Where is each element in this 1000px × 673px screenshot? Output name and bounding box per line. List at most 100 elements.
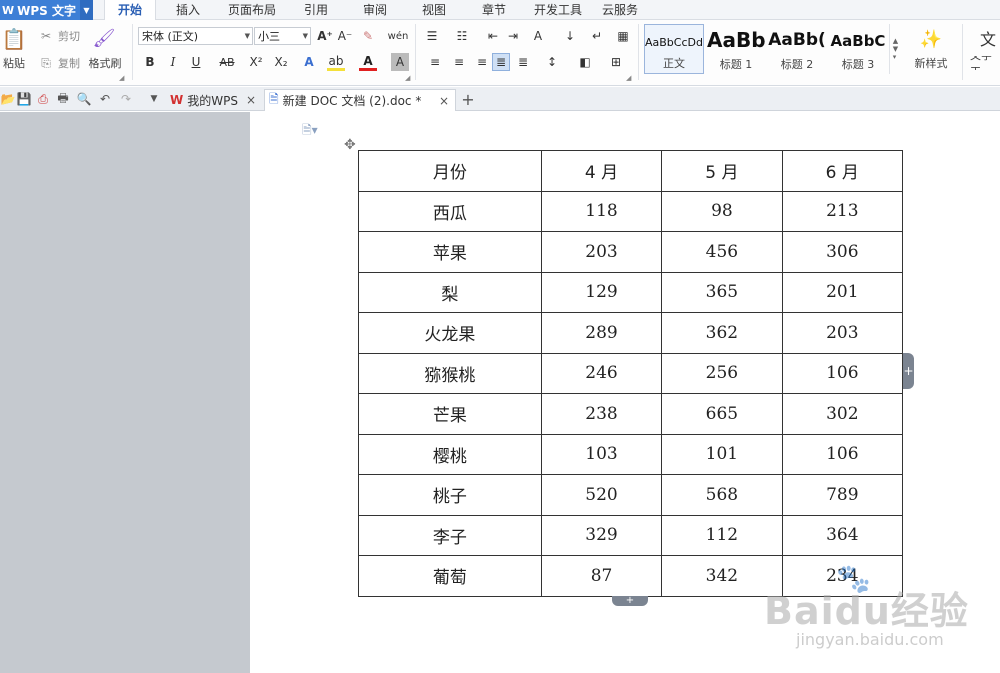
highlight-icon[interactable]: ab: [327, 53, 345, 71]
strikethrough-icon[interactable]: AB: [216, 53, 238, 71]
style-normal[interactable]: AaBbCcDd 正文: [644, 24, 704, 74]
table-cell[interactable]: 203: [781, 312, 904, 354]
save-icon[interactable]: 💾: [16, 91, 32, 107]
table-cell[interactable]: 520: [540, 474, 663, 516]
cut-button[interactable]: 剪切: [55, 27, 83, 45]
table-cell[interactable]: 289: [540, 312, 663, 354]
table-cell[interactable]: 李子: [358, 514, 542, 556]
table-cell[interactable]: 234: [781, 555, 904, 597]
document-page[interactable]: 🗎▾ ✥ 月份 4 月 5 月 6 月 西瓜 118 98 213 苹果 203…: [250, 112, 1000, 673]
phonetic-guide-icon[interactable]: wén: [385, 27, 411, 45]
tab-view[interactable]: 视图: [414, 0, 454, 20]
text-effect-icon[interactable]: A: [300, 53, 318, 71]
add-column-button[interactable]: +: [903, 353, 914, 389]
font-launcher-icon[interactable]: ◢: [405, 74, 410, 82]
show-marks-icon[interactable]: ↵: [588, 27, 606, 45]
table-cell[interactable]: 456: [661, 231, 783, 273]
tab-references[interactable]: 引用: [296, 0, 336, 20]
font-name-select[interactable]: 宋体 (正文) ▼: [138, 27, 253, 45]
table-cell[interactable]: 568: [661, 474, 783, 516]
justify-icon[interactable]: ≣: [492, 53, 510, 71]
undo-icon[interactable]: ↶: [97, 91, 113, 107]
app-menu-dropdown-icon[interactable]: ▼: [80, 0, 93, 20]
data-table[interactable]: 月份 4 月 5 月 6 月 西瓜 118 98 213 苹果 203 456 …: [358, 150, 904, 597]
table-header-cell[interactable]: 6 月: [781, 150, 904, 192]
tab-insert[interactable]: 插入: [165, 0, 211, 20]
paragraph-shading-icon[interactable]: ◧: [576, 53, 594, 71]
char-shading-icon[interactable]: A: [391, 53, 409, 71]
table-cell[interactable]: 129: [540, 271, 663, 313]
close-icon[interactable]: ×: [246, 93, 256, 107]
text-tools-icon[interactable]: 文: [978, 26, 998, 50]
table-cell[interactable]: 火龙果: [358, 312, 542, 354]
format-painter-button[interactable]: 格式刷: [85, 56, 125, 70]
table-cell[interactable]: 112: [661, 514, 783, 556]
table-cell[interactable]: 201: [781, 271, 904, 313]
tab-developer[interactable]: 开发工具: [528, 0, 588, 20]
open-icon[interactable]: 📂: [0, 91, 16, 107]
table-cell[interactable]: 118: [540, 190, 663, 232]
table-cell[interactable]: 西瓜: [358, 190, 542, 232]
align-center-icon[interactable]: ≡: [450, 53, 468, 71]
table-cell[interactable]: 芒果: [358, 393, 542, 435]
print-icon[interactable]: 🖶: [55, 91, 71, 107]
copy-button[interactable]: 复制: [55, 54, 83, 72]
format-painter-icon[interactable]: 🖌: [92, 26, 116, 50]
clear-format-icon[interactable]: ✎: [359, 27, 377, 45]
tab-my-wps[interactable]: W 我的WPS ×: [166, 89, 262, 111]
paste-button[interactable]: 粘贴: [0, 56, 28, 70]
distributed-align-icon[interactable]: ≣: [514, 53, 532, 71]
table-cell[interactable]: 365: [661, 271, 783, 313]
font-size-select[interactable]: 小三 ▼: [254, 27, 311, 45]
table-cell[interactable]: 213: [781, 190, 904, 232]
quick-access-dropdown-icon[interactable]: ▼: [146, 91, 162, 107]
increase-indent-icon[interactable]: ⇥: [504, 27, 522, 45]
table-cell[interactable]: 98: [661, 190, 783, 232]
close-icon[interactable]: ×: [439, 94, 449, 108]
table-cell[interactable]: 306: [781, 231, 904, 273]
sort-icon[interactable]: ↓: [561, 27, 579, 45]
text-tools-button[interactable]: 文字工: [970, 56, 1000, 70]
redo-icon[interactable]: ↷: [118, 91, 134, 107]
table-cell[interactable]: 106: [781, 433, 904, 475]
table-cell[interactable]: 101: [661, 433, 783, 475]
table-cell[interactable]: 789: [781, 474, 904, 516]
table-cell[interactable]: 103: [540, 433, 663, 475]
table-cell[interactable]: 梨: [358, 271, 542, 313]
shrink-font-icon[interactable]: A⁻: [336, 27, 354, 45]
new-style-button[interactable]: 新样式: [906, 56, 956, 70]
style-heading-2[interactable]: AaBb( 标题 2: [767, 24, 827, 74]
table-cell[interactable]: 246: [540, 352, 663, 394]
table-header-cell[interactable]: 4 月: [540, 150, 663, 192]
tab-review[interactable]: 审阅: [355, 0, 395, 20]
subscript-icon[interactable]: X₂: [272, 53, 290, 71]
table-grid-icon[interactable]: ▦: [614, 27, 632, 45]
style-heading-3[interactable]: AaBbC 标题 3: [828, 24, 888, 74]
new-tab-button[interactable]: +: [460, 90, 476, 109]
line-spacing-icon[interactable]: ↕: [543, 53, 561, 71]
table-cell[interactable]: 猕猴桃: [358, 352, 542, 394]
new-style-icon[interactable]: ✨: [917, 26, 945, 52]
clipboard-launcher-icon[interactable]: ◢: [119, 74, 124, 82]
copy-icon[interactable]: ⎘: [37, 54, 55, 72]
table-cell[interactable]: 364: [781, 514, 904, 556]
decrease-indent-icon[interactable]: ⇤: [484, 27, 502, 45]
table-cell[interactable]: 302: [781, 393, 904, 435]
underline-icon[interactable]: U: [187, 53, 205, 71]
bold-icon[interactable]: B: [141, 53, 159, 71]
table-cell[interactable]: 329: [540, 514, 663, 556]
cut-icon[interactable]: ✂: [37, 27, 55, 45]
style-heading-1[interactable]: AaBb 标题 1: [706, 24, 766, 74]
table-cell[interactable]: 桃子: [358, 474, 542, 516]
table-cell[interactable]: 203: [540, 231, 663, 273]
tab-current-document[interactable]: 🗎 新建 DOC 文档 (2).doc * ×: [264, 89, 456, 111]
styles-scroll-icon[interactable]: ▲ ▼ ▾: [889, 24, 901, 74]
paste-icon[interactable]: 📋: [2, 26, 27, 52]
table-cell[interactable]: 106: [781, 352, 904, 394]
app-menu-button[interactable]: W WPS 文字 ▼: [0, 0, 93, 20]
paragraph-options-icon[interactable]: 🗎▾: [302, 121, 318, 142]
print-preview-icon[interactable]: 🔍: [76, 91, 92, 107]
add-row-button[interactable]: +: [612, 596, 648, 606]
table-cell[interactable]: 87: [540, 555, 663, 597]
chinese-layout-icon[interactable]: A: [529, 27, 547, 45]
